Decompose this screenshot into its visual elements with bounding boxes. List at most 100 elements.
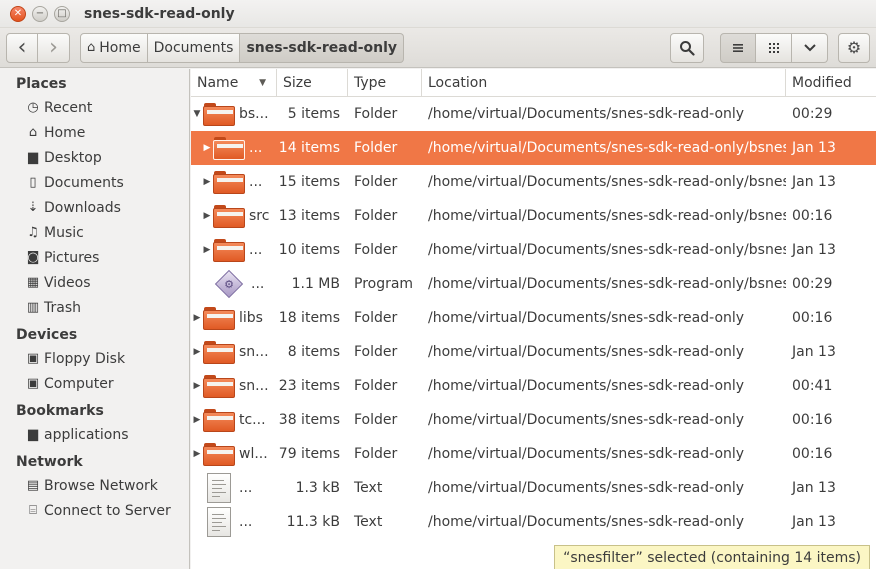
table-row[interactable]: ▶ libs 18 items Folder/home/virtual/Documen… (191, 301, 876, 335)
cell-size: 5 items (287, 106, 340, 122)
file-name: ... (251, 276, 265, 292)
cell-location: /home/virtual/Documents/snes-sdk-read-on… (428, 140, 786, 156)
navigation-buttons: ‹ › (6, 32, 70, 63)
file-name: ... (249, 140, 263, 156)
sidebar-item-applications[interactable]: ▆ applications (0, 422, 189, 447)
column-header-name[interactable]: Name ▼ (191, 69, 277, 97)
cell-type: Program (354, 276, 414, 292)
table-row[interactable]: ▶ sn... 8 items Folder/home/virtual/Documen… (191, 335, 876, 369)
sidebar-item-trash[interactable]: ▥ Trash (0, 295, 189, 320)
column-size-label: Size (283, 75, 312, 91)
sidebar-item-downloads[interactable]: ⇣ Downloads (0, 195, 189, 220)
breadcrumb-current[interactable]: snes-sdk-read-only (240, 32, 405, 63)
column-type-label: Type (354, 75, 387, 91)
cell-name: ... (191, 505, 277, 539)
cell-modified: 00:16 (792, 446, 833, 462)
forward-button[interactable]: › (38, 32, 70, 63)
file-name: ... (249, 174, 263, 190)
folder-icon (203, 442, 235, 466)
cell-modified: 00:29 (792, 106, 833, 122)
search-button[interactable] (670, 32, 704, 63)
table-row[interactable]: ▶... 15 items Folder/home/virtual/Document… (191, 165, 876, 199)
collapsed-triangle-icon[interactable]: ▶ (201, 143, 213, 153)
camera-icon: ◙ (26, 250, 40, 265)
cell-name: ▶ sn... (191, 335, 277, 369)
breadcrumb-documents[interactable]: Documents (147, 32, 241, 63)
view-options-button[interactable] (792, 32, 828, 63)
maximize-window-button[interactable]: □ (54, 5, 70, 22)
table-row[interactable]: ⚙... 1.1 MB Program/home/virtual/Documents… (191, 267, 876, 301)
grid-icon (768, 42, 779, 53)
search-icon (680, 40, 695, 56)
server-icon: ⌸ (29, 503, 37, 518)
collapsed-triangle-icon[interactable]: ▶ (191, 381, 203, 391)
minimize-window-button[interactable]: − (32, 5, 48, 22)
table-row[interactable]: ▼ bs... 5 items Folder/home/virtual/Documen… (191, 97, 876, 131)
collapsed-triangle-icon[interactable]: ▶ (201, 245, 213, 255)
sidebar-item-browse-network[interactable]: ▤ Browse Network (0, 473, 189, 498)
expanded-triangle-icon[interactable]: ▼ (191, 109, 203, 119)
cell-name: ▶... (191, 131, 277, 165)
cell-size: 79 items (278, 446, 340, 462)
cell-name: ▶ wl... (191, 437, 277, 471)
sidebar-item-floppy-disk[interactable]: ▣ Floppy Disk (0, 346, 189, 371)
cell-location: /home/virtual/Documents/snes-sdk-read-on… (428, 480, 745, 496)
forward-icon: › (49, 34, 58, 60)
desktop-folder-icon: ▆ (28, 150, 38, 165)
minimize-icon: − (35, 7, 45, 19)
table-row[interactable]: ... 1.3 kB Text/home/virtual/Documents/sne… (191, 471, 876, 505)
table-row[interactable]: ▶... 10 items Folder/home/virtual/Document… (191, 233, 876, 267)
folder-icon (203, 408, 235, 432)
folder-icon (203, 102, 235, 126)
file-name: ... (249, 242, 263, 258)
folder-icon: ▆ (28, 427, 38, 442)
cell-location: /home/virtual/Documents/snes-sdk-read-on… (428, 174, 786, 190)
collapsed-triangle-icon[interactable]: ▶ (191, 449, 203, 459)
collapsed-triangle-icon[interactable]: ▶ (201, 177, 213, 187)
sidebar-item-computer[interactable]: ▣ Computer (0, 371, 189, 396)
sidebar-item-desktop[interactable]: ▆ Desktop (0, 145, 189, 170)
collapsed-triangle-icon[interactable]: ▶ (201, 211, 213, 221)
breadcrumb-home[interactable]: ⌂ Home (80, 32, 148, 63)
cell-type: Folder (354, 412, 398, 428)
sidebar-item-connect-to-server[interactable]: ⌸ Connect to Server (0, 498, 189, 523)
chevron-down-icon (803, 43, 816, 51)
sidebar-item-pictures[interactable]: ◙ Pictures (0, 245, 189, 270)
breadcrumb-documents-label: Documents (153, 39, 234, 56)
file-name: sn... (239, 344, 269, 360)
collapsed-triangle-icon[interactable]: ▶ (191, 415, 203, 425)
table-row[interactable]: ▶... 14 items Folder/home/virtual/Document… (191, 131, 876, 165)
column-header-type[interactable]: Type (348, 69, 422, 97)
breadcrumb-current-label: snes-sdk-read-only (246, 39, 398, 56)
sidebar-item-music[interactable]: ♫ Music (0, 220, 189, 245)
cell-size: 23 items (278, 378, 340, 394)
table-row[interactable]: ▶ src 13 items Folder/home/virtual/Document… (191, 199, 876, 233)
grid-view-button[interactable] (756, 32, 792, 63)
sidebar-section-places: Places (16, 76, 67, 92)
sidebar-item-home[interactable]: ⌂ Home (0, 120, 189, 145)
close-window-button[interactable]: ✕ (10, 5, 26, 22)
sidebar-item-videos[interactable]: ▦ Videos (0, 270, 189, 295)
gear-icon: ⚙ (846, 37, 862, 57)
cell-size: 13 items (278, 208, 340, 224)
back-button[interactable]: ‹ (6, 32, 38, 63)
column-header-location[interactable]: Location (422, 69, 786, 97)
sidebar-item-recent[interactable]: ◷ Recent (0, 95, 189, 120)
column-header-size[interactable]: Size (277, 69, 348, 97)
cell-type: Folder (354, 242, 398, 258)
collapsed-triangle-icon[interactable]: ▶ (191, 347, 203, 357)
list-view-button[interactable] (720, 32, 756, 63)
cell-name: ... (191, 471, 277, 505)
cell-location: /home/virtual/Documents/snes-sdk-read-on… (428, 276, 786, 292)
table-row[interactable]: ▶ wl... 79 items Folder/home/virtual/Docume… (191, 437, 876, 471)
cell-location: /home/virtual/Documents/snes-sdk-read-on… (428, 242, 786, 258)
table-row[interactable]: ▶ sn... 23 items Folder/home/virtual/Docume… (191, 369, 876, 403)
settings-button[interactable]: ⚙ (838, 32, 870, 63)
table-row[interactable]: ▶ tc... 38 items Folder/home/virtual/Docume… (191, 403, 876, 437)
column-header-modified[interactable]: Modified (786, 69, 876, 97)
table-row[interactable]: ... 11.3 kB Text/home/virtual/Documents/sn… (191, 505, 876, 539)
collapsed-triangle-icon[interactable]: ▶ (191, 313, 203, 323)
cell-size: 1.1 MB (291, 276, 340, 292)
download-icon: ⇣ (27, 200, 39, 215)
sidebar-item-documents[interactable]: ▯ Documents (0, 170, 189, 195)
